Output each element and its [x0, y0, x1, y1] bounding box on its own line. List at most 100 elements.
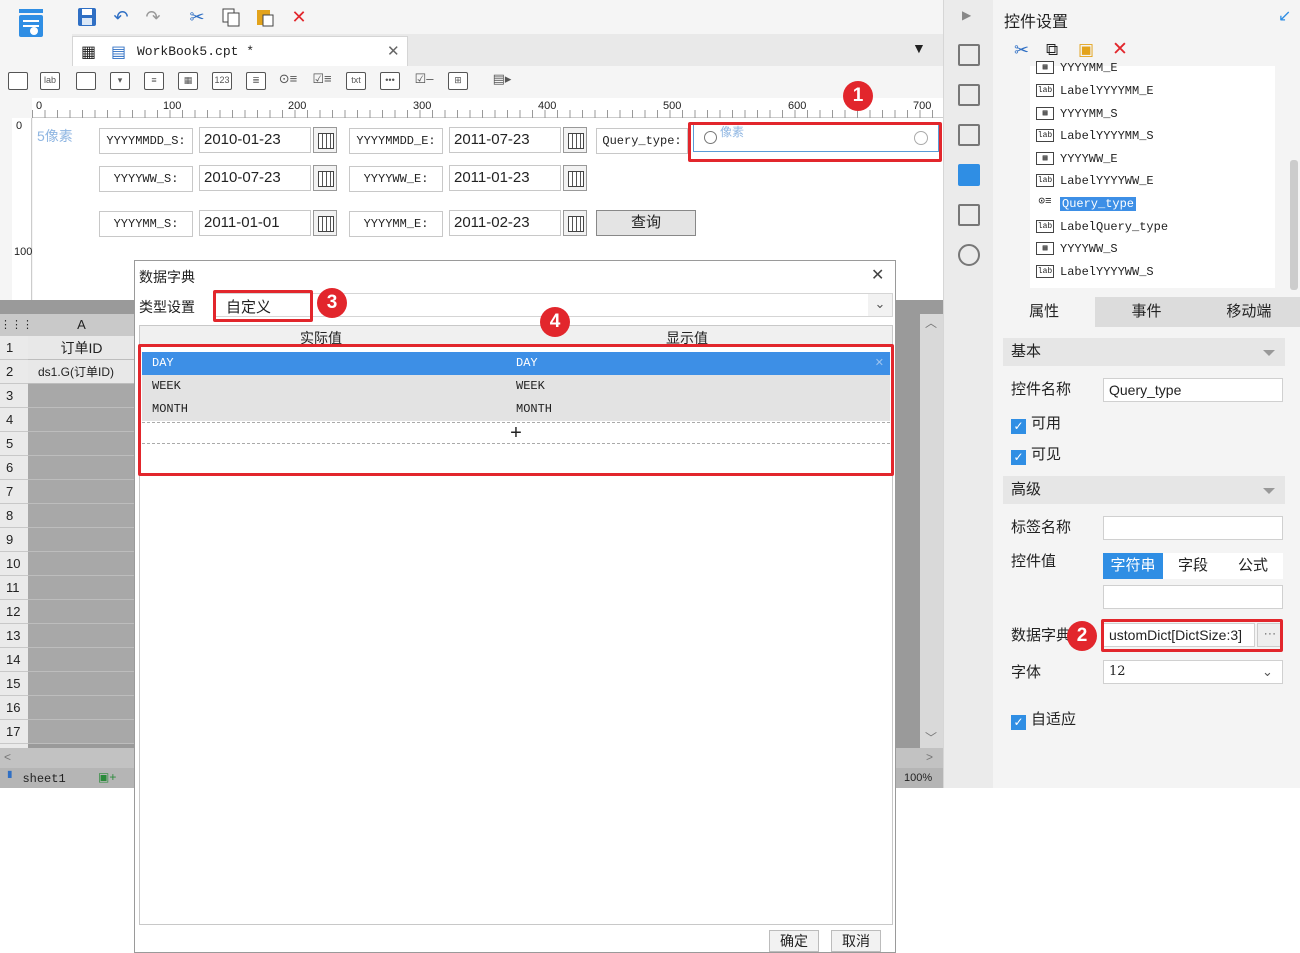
visible-checkbox[interactable]: ✓ 可见 [1011, 445, 1061, 465]
autofit-checkbox[interactable]: ✓ 自适应 [1011, 710, 1076, 730]
radio-group-widget-icon[interactable]: ⊙≡ [278, 72, 298, 90]
cell[interactable] [28, 576, 136, 600]
ok-button[interactable]: 确定 [769, 930, 819, 952]
date-input-yyyymm-s[interactable]: 2011-01-01 [199, 210, 311, 236]
textbox-widget-icon[interactable] [8, 72, 28, 90]
calendar-icon[interactable] [313, 165, 337, 191]
tab-string[interactable]: 字符串 [1103, 553, 1163, 579]
scroll-down-icon[interactable]: ﹀ [925, 729, 937, 746]
combobox-widget-icon[interactable]: ▾ [110, 72, 130, 90]
cell[interactable] [28, 696, 136, 720]
calendar-icon[interactable] [563, 165, 587, 191]
cell[interactable] [28, 504, 136, 528]
calendar-icon[interactable] [313, 210, 337, 236]
query-button[interactable]: 查询 [596, 210, 696, 236]
cell[interactable] [28, 600, 136, 624]
vertical-scrollbar[interactable]: ︿ ﹀ [920, 314, 943, 748]
redo-icon[interactable]: ↷ [140, 4, 166, 30]
cell[interactable] [28, 432, 136, 456]
zoom-level[interactable]: 100% [904, 772, 932, 784]
widget-tree-icon[interactable] [958, 84, 980, 106]
parameter-icon[interactable] [958, 204, 980, 226]
tab-list-icon[interactable]: ▼ [912, 40, 926, 56]
label-yyyyww-e[interactable]: YYYYWW_E: [349, 166, 443, 192]
copy-icon[interactable]: ⧉ [1046, 40, 1058, 60]
button-widget-icon[interactable] [76, 72, 96, 90]
widget-settings-icon[interactable] [958, 164, 980, 186]
cell[interactable] [28, 720, 136, 744]
layout-icon[interactable] [958, 44, 980, 66]
tree-node[interactable]: lab LabelQuery_type [1036, 217, 1168, 237]
tree-node-selected[interactable]: ⊙≡ Query_type [1036, 194, 1137, 214]
scroll-up-icon[interactable]: ︿ [925, 314, 937, 331]
cell-a2[interactable]: ds1.G(订单ID) [28, 360, 136, 384]
date-input-yyyymm-e[interactable]: 2011-02-23 [449, 210, 561, 236]
date-input-yyyymmdd-e[interactable]: 2011-07-23 [449, 127, 561, 153]
cell[interactable] [28, 672, 136, 696]
tab-formula[interactable]: 公式 [1223, 553, 1283, 579]
number-widget-icon[interactable]: 123 [212, 72, 232, 90]
date-input-yyyymmdd-s[interactable]: 2010-01-23 [199, 127, 311, 153]
calendar-icon[interactable] [313, 127, 337, 153]
tree-node[interactable]: lab LabelYYYYMM_E [1036, 81, 1154, 101]
cell[interactable] [28, 624, 136, 648]
document-tab[interactable]: ▦ ▤ WorkBook5.cpt * ✕ [72, 36, 408, 66]
widget-value-input[interactable] [1103, 585, 1283, 609]
list-widget-icon[interactable]: ≣ [246, 72, 266, 90]
cell[interactable] [28, 528, 136, 552]
label-widget-icon[interactable]: lab [40, 72, 60, 90]
frame-icon[interactable] [958, 124, 980, 146]
date-input-yyyyww-e[interactable]: 2011-01-23 [449, 165, 561, 191]
cell[interactable] [28, 480, 136, 504]
label-yyyymm-s[interactable]: YYYYMM_S: [99, 211, 193, 237]
password-widget-icon[interactable]: ••• [380, 72, 400, 90]
close-icon[interactable]: ✕ [871, 265, 884, 285]
app-menu-icon[interactable] [16, 6, 46, 44]
link-icon[interactable] [958, 244, 980, 266]
cancel-button[interactable]: 取消 [831, 930, 881, 952]
tab-field[interactable]: 字段 [1163, 553, 1223, 579]
date-widget-icon[interactable]: ▦ [178, 72, 198, 90]
calendar-icon[interactable] [563, 210, 587, 236]
close-tab-icon[interactable]: ✕ [387, 42, 400, 60]
delete-icon[interactable]: ✕ [286, 4, 312, 30]
add-sheet-icon[interactable]: ▣+ [98, 770, 116, 784]
tree-widget-icon[interactable]: ⊞ [448, 72, 468, 90]
tree-node[interactable]: lab LabelYYYYWW_E [1036, 171, 1154, 191]
tab-events[interactable]: 事件 [1095, 297, 1197, 327]
more-widgets-icon[interactable]: ▤▸ [492, 72, 512, 90]
label-yyyymmdd-s[interactable]: YYYYMMDD_S: [99, 128, 193, 154]
calendar-icon[interactable] [563, 127, 587, 153]
tag-name-input[interactable] [1103, 516, 1283, 540]
select-all-icon[interactable]: ⋮⋮⋮ [0, 314, 33, 336]
paste-icon[interactable] [252, 4, 278, 30]
undo-icon[interactable]: ↶ [108, 4, 134, 30]
tab-mobile[interactable]: 移动端 [1198, 297, 1300, 327]
cell[interactable] [28, 648, 136, 672]
label-query-type[interactable]: Query_type: [596, 128, 688, 154]
scroll-right-icon[interactable]: > [926, 750, 933, 764]
text-widget-icon[interactable]: txt [346, 72, 366, 90]
collapse-arrow-icon[interactable]: ▶ [962, 8, 971, 22]
label-yyyymmdd-e[interactable]: YYYYMMDD_E: [349, 128, 443, 154]
cut-icon[interactable]: ✂ [184, 4, 210, 30]
tree-node[interactable]: ▦ YYYYWW_S [1036, 239, 1118, 259]
widget-name-input[interactable]: Query_type [1103, 378, 1283, 402]
cell[interactable] [28, 408, 136, 432]
textarea-widget-icon[interactable]: ≡ [144, 72, 164, 90]
sheet-tab[interactable]: ▘ sheet1 [8, 771, 66, 786]
cell-a1[interactable]: 订单ID [28, 336, 136, 360]
pin-icon[interactable]: ↙ [1278, 6, 1291, 26]
checkbox-widget-icon[interactable]: ☑– [414, 72, 434, 90]
cell[interactable] [28, 384, 136, 408]
tree-node[interactable]: ▦ YYYYWW_E [1036, 149, 1118, 169]
tree-node[interactable]: lab LabelYYYYMM_S [1036, 126, 1154, 146]
label-yyyyww-s[interactable]: YYYYWW_S: [99, 166, 193, 192]
column-header-a[interactable]: A [28, 314, 136, 336]
section-basic[interactable]: 基本 [1003, 338, 1285, 366]
tree-node[interactable]: ▦ YYYYMM_S [1036, 104, 1118, 124]
cut-icon[interactable]: ✂ [1014, 40, 1029, 61]
font-select[interactable]: 12 [1103, 660, 1283, 684]
tree-node[interactable]: ▦ YYYYMM_E [1036, 58, 1118, 78]
date-input-yyyyww-s[interactable]: 2010-07-23 [199, 165, 311, 191]
